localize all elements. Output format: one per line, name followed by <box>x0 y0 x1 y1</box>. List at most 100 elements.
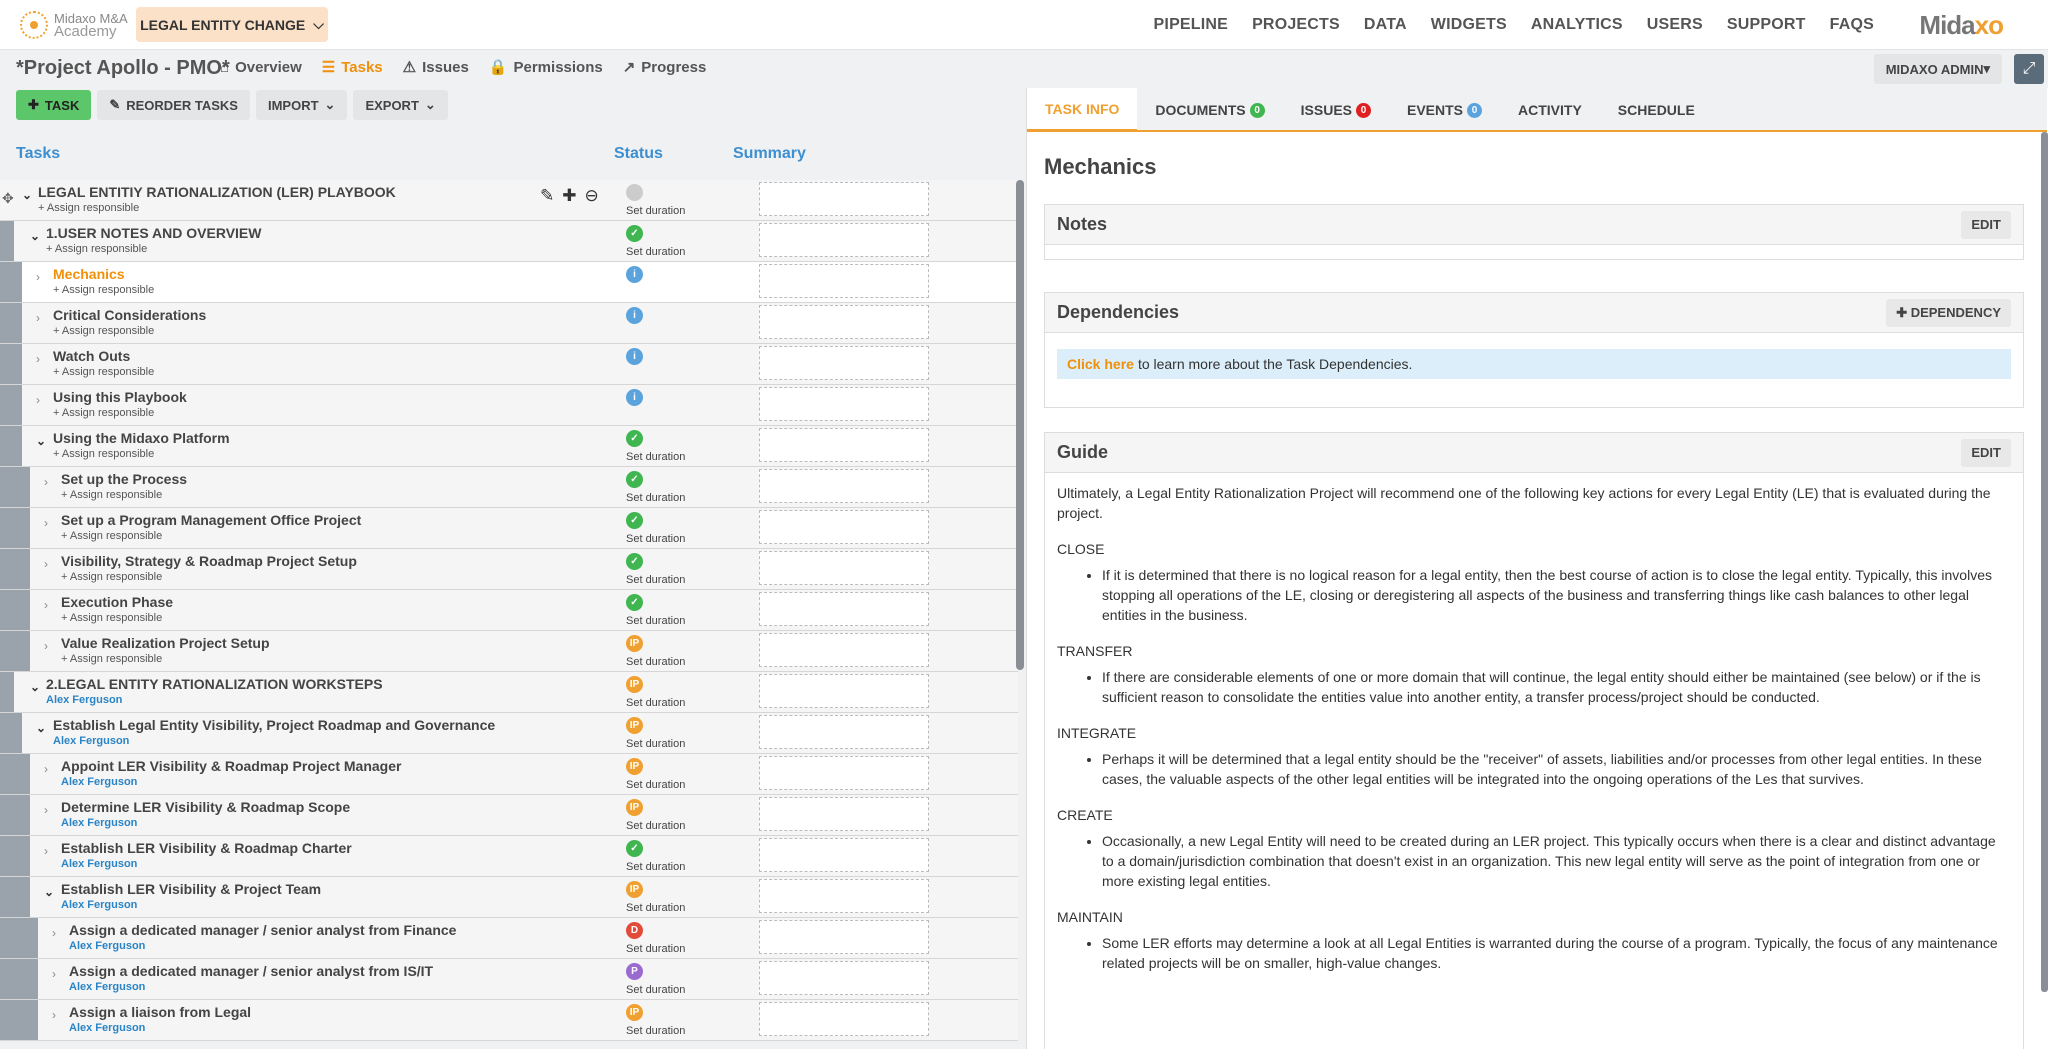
set-duration-link[interactable]: Set duration <box>626 902 685 914</box>
set-duration-link[interactable]: Set duration <box>626 697 685 709</box>
tab-documents[interactable]: DOCUMENTS 0 <box>1137 88 1282 132</box>
chevron-right-icon[interactable]: › <box>44 844 48 858</box>
summary-cell[interactable] <box>759 469 929 503</box>
reorder-tasks-button[interactable]: ✎ REORDER TASKS <box>97 90 250 120</box>
chevron-right-icon[interactable]: › <box>36 352 40 366</box>
summary-cell[interactable] <box>759 715 929 749</box>
add-dependency-button[interactable]: ✚ DEPENDENCY <box>1886 298 2011 327</box>
task-name[interactable]: Assign a dedicated manager / senior anal… <box>69 963 433 979</box>
task-responsible[interactable]: Alex Ferguson <box>46 694 122 706</box>
status-none-icon[interactable] <box>626 184 643 201</box>
set-duration-link[interactable]: Set duration <box>626 533 685 545</box>
task-name[interactable]: LEGAL ENTITIY RATIONALIZATION (LER) PLAY… <box>38 184 396 200</box>
chevron-right-icon[interactable]: › <box>44 803 48 817</box>
nav-faqs[interactable]: FAQS <box>1830 16 1874 34</box>
task-name[interactable]: 1.USER NOTES AND OVERVIEW <box>46 225 261 241</box>
task-name[interactable]: Establish Legal Entity Visibility, Proje… <box>53 717 495 733</box>
admin-menu-button[interactable]: MIDAXO ADMIN ▾ <box>1873 54 2002 84</box>
status-info-icon[interactable]: i <box>626 266 643 283</box>
assign-responsible-link[interactable]: + Assign responsible <box>61 612 162 624</box>
chevron-down-icon[interactable]: ⌄ <box>30 680 40 694</box>
summary-cell[interactable] <box>759 223 929 257</box>
task-row[interactable]: ⌄ Establish Legal Entity Visibility, Proj… <box>0 713 1018 754</box>
task-row[interactable]: › Establish LER Visibility & Roadmap Char… <box>0 836 1018 877</box>
summary-cell[interactable] <box>759 592 929 626</box>
task-name[interactable]: Visibility, Strategy & Roadmap Project S… <box>61 553 357 569</box>
summary-cell[interactable] <box>759 756 929 790</box>
summary-cell[interactable] <box>759 551 929 585</box>
summary-cell[interactable] <box>759 387 929 421</box>
chevron-right-icon[interactable]: › <box>44 762 48 776</box>
expand-icon[interactable]: ⤢ <box>2014 54 2044 84</box>
summary-cell[interactable] <box>759 182 929 216</box>
chevron-down-icon[interactable]: ⌄ <box>44 885 54 899</box>
status-done-icon[interactable]: ✓ <box>626 512 643 529</box>
task-row[interactable]: › Critical Considerations + Assign respons… <box>0 303 1018 344</box>
summary-cell[interactable] <box>759 428 929 462</box>
chevron-right-icon[interactable]: › <box>52 967 56 981</box>
import-button[interactable]: IMPORT ⌄ <box>255 90 348 120</box>
set-duration-link[interactable]: Set duration <box>626 820 685 832</box>
task-list-scrollbar[interactable] <box>1016 180 1024 670</box>
nav-widgets[interactable]: WIDGETS <box>1431 16 1507 34</box>
task-row[interactable]: › Appoint LER Visibility & Roadmap Projec… <box>0 754 1018 795</box>
chevron-right-icon[interactable]: › <box>52 926 56 940</box>
task-name[interactable]: Mechanics <box>53 266 125 282</box>
task-name[interactable]: Critical Considerations <box>53 307 206 323</box>
chevron-right-icon[interactable]: › <box>44 598 48 612</box>
task-name[interactable]: Execution Phase <box>61 594 173 610</box>
task-responsible[interactable]: Alex Ferguson <box>61 899 137 911</box>
task-name[interactable]: Value Realization Project Setup <box>61 635 270 651</box>
summary-cell[interactable] <box>759 961 929 995</box>
subnav-permissions[interactable]: 🔒 Permissions <box>489 58 603 77</box>
drag-handle-icon[interactable]: ✥ <box>2 190 14 207</box>
status-p-icon[interactable]: P <box>626 963 643 980</box>
task-row[interactable]: › Execution Phase + Assign responsible ✓ Set… <box>0 590 1018 631</box>
summary-cell[interactable] <box>759 674 929 708</box>
status-ip-icon[interactable]: IP <box>626 881 643 898</box>
task-name[interactable]: Establish LER Visibility & Roadmap Chart… <box>61 840 352 856</box>
task-name[interactable]: Watch Outs <box>53 348 130 364</box>
task-row[interactable]: › Value Realization Project Setup + Assign… <box>0 631 1018 672</box>
task-name[interactable]: Using the Midaxo Platform <box>53 430 230 446</box>
status-column-header[interactable]: Status <box>614 145 663 163</box>
task-name[interactable]: Using this Playbook <box>53 389 187 405</box>
task-name[interactable]: Assign a liaison from Legal <box>69 1004 251 1020</box>
set-duration-link[interactable]: Set duration <box>626 943 685 955</box>
task-responsible[interactable]: Alex Ferguson <box>53 735 129 747</box>
task-responsible[interactable]: Alex Ferguson <box>69 981 145 993</box>
chevron-right-icon[interactable]: › <box>36 311 40 325</box>
task-row[interactable]: › Assign a dedicated manager / senior ana… <box>0 959 1018 1000</box>
status-ip-icon[interactable]: IP <box>626 676 643 693</box>
subnav-issues[interactable]: ⚠ Issues <box>403 58 469 77</box>
guide-edit-button[interactable]: EDIT <box>1961 438 2011 467</box>
task-name[interactable]: Appoint LER Visibility & Roadmap Project… <box>61 758 401 774</box>
set-duration-link[interactable]: Set duration <box>626 492 685 504</box>
set-duration-link[interactable]: Set duration <box>626 246 685 258</box>
tab-task-info[interactable]: TASK INFO <box>1027 88 1138 132</box>
status-ip-icon[interactable]: IP <box>626 1004 643 1021</box>
summary-cell[interactable] <box>759 264 929 298</box>
status-done-icon[interactable]: ✓ <box>626 471 643 488</box>
detail-scrollbar[interactable] <box>2041 132 2048 992</box>
task-name[interactable]: Set up the Process <box>61 471 187 487</box>
nav-projects[interactable]: PROJECTS <box>1252 16 1340 34</box>
assign-responsible-link[interactable]: + Assign responsible <box>38 202 139 214</box>
task-name[interactable]: Set up a Program Management Office Proje… <box>61 512 361 528</box>
task-row[interactable]: › Determine LER Visibility & Roadmap Scop… <box>0 795 1018 836</box>
set-duration-link[interactable]: Set duration <box>626 574 685 586</box>
task-row[interactable]: ⌄ 2.LEGAL ENTITY RATIONALIZATION WORKSTEP… <box>0 672 1018 713</box>
tab-issues[interactable]: ISSUES 0 <box>1283 88 1389 132</box>
chevron-right-icon[interactable]: › <box>44 639 48 653</box>
set-duration-link[interactable]: Set duration <box>626 738 685 750</box>
task-responsible[interactable]: Alex Ferguson <box>69 1022 145 1034</box>
legal-entity-change-dropdown[interactable]: LEGAL ENTITY CHANGE ⌵ <box>136 7 328 42</box>
task-row[interactable]: › Using this Playbook + Assign responsible… <box>0 385 1018 426</box>
summary-cell[interactable] <box>759 346 929 380</box>
chevron-down-icon[interactable]: ⌄ <box>30 229 40 243</box>
status-info-icon[interactable]: i <box>626 348 643 365</box>
assign-responsible-link[interactable]: + Assign responsible <box>53 407 154 419</box>
click-here-link[interactable]: Click here <box>1067 356 1134 372</box>
summary-cell[interactable] <box>759 879 929 913</box>
pencil-icon[interactable]: ✎ <box>540 186 554 206</box>
